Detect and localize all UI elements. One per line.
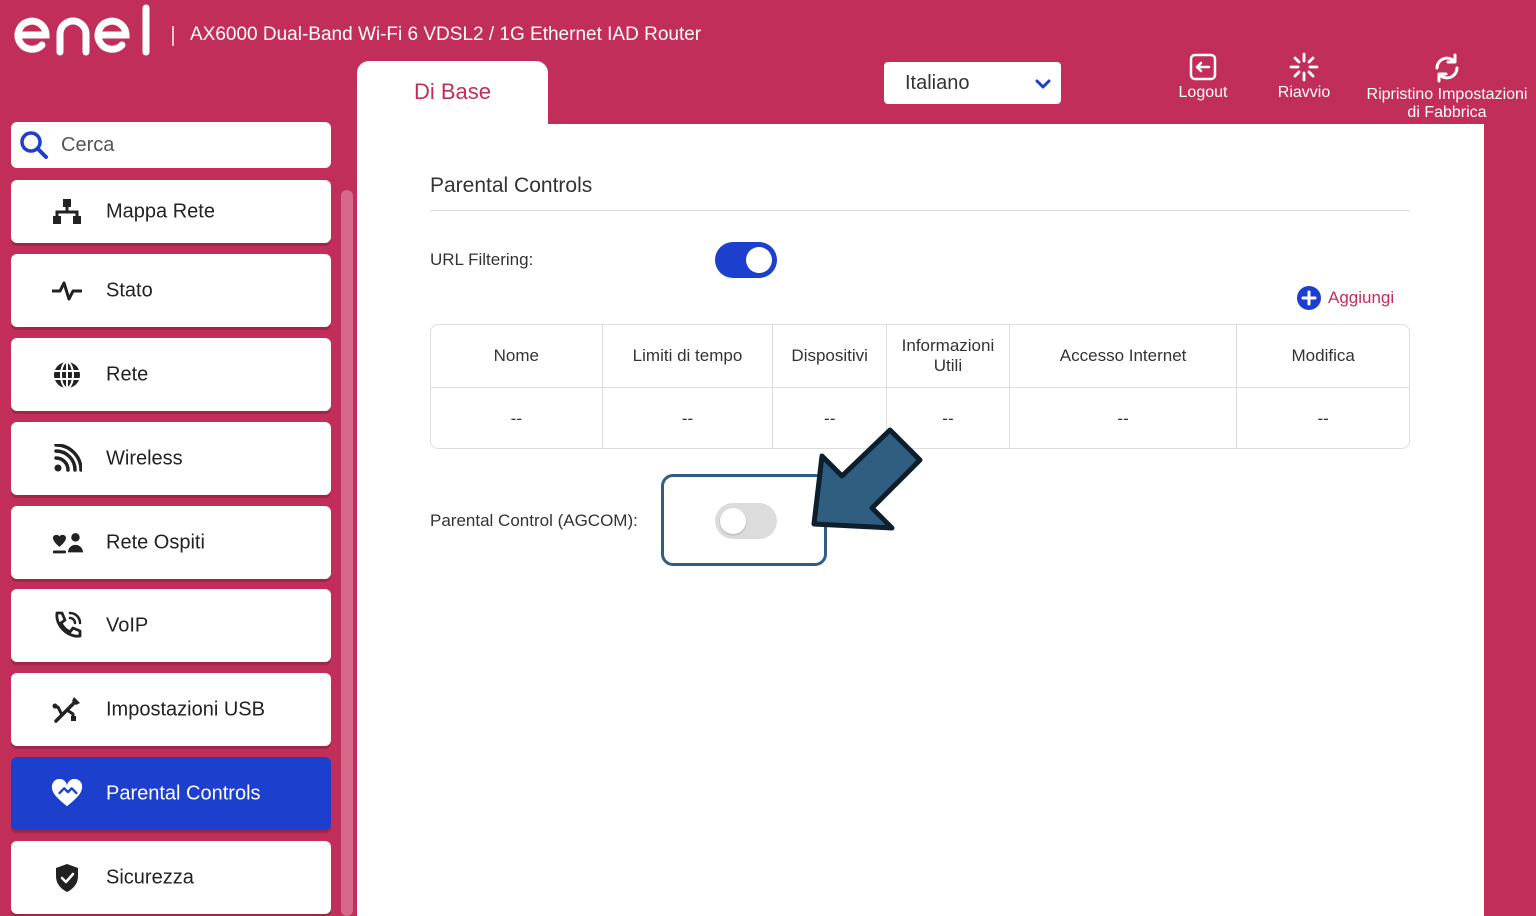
- toggle-knob: [746, 247, 772, 273]
- shield-icon: [51, 862, 83, 894]
- sidebar-item-voip[interactable]: VoIP: [11, 589, 331, 662]
- pointer-arrow-icon: [811, 427, 923, 531]
- search-icon: [20, 131, 48, 159]
- sidebar-item-label: Rete Ospiti: [106, 531, 205, 553]
- table-cell: --: [603, 388, 774, 448]
- sidebar-scrollbar[interactable]: [341, 190, 353, 916]
- table-cell: --: [431, 388, 603, 448]
- sidebar-item-label: Mappa Rete: [106, 200, 215, 222]
- factory-reset-label-line1: Ripristino Impostazioni: [1366, 86, 1528, 103]
- add-label: Aggiungi: [1328, 288, 1395, 307]
- add-button[interactable]: Aggiungi: [1297, 286, 1394, 310]
- reboot-label: Riavvio: [1277, 84, 1331, 101]
- logo-separator: [172, 26, 174, 46]
- factory-reset-label-line2: di Fabbrica: [1407, 104, 1487, 121]
- logout-label: Logout: [1178, 84, 1228, 101]
- agcom-toggle[interactable]: [715, 503, 777, 539]
- column-header-informazioni: Informazioni Utili: [887, 325, 1010, 387]
- sidebar-item-rete-ospiti[interactable]: Rete Ospiti: [11, 506, 331, 579]
- logout-icon: [1189, 53, 1217, 81]
- refresh-icon: [1435, 53, 1459, 83]
- sidebar-item-label: Rete: [106, 363, 149, 385]
- search-placeholder: Cerca: [61, 134, 115, 156]
- sidebar-item-impostazioni-usb[interactable]: Impostazioni USB: [11, 673, 331, 746]
- table-cell: --: [1317, 408, 1329, 428]
- plus-circle-icon: [1297, 286, 1321, 310]
- network-map-icon: [51, 196, 83, 228]
- search-input[interactable]: Cerca: [11, 122, 331, 168]
- agcom-label: Parental Control (AGCOM):: [430, 511, 638, 530]
- sidebar-item-parental-controls[interactable]: Parental Controls: [11, 757, 331, 830]
- column-header-dispositivi: Dispositivi: [773, 325, 888, 387]
- sidebar-item-stato[interactable]: Stato: [11, 254, 331, 327]
- pulse-icon: [51, 275, 83, 307]
- url-filtering-label: URL Filtering:: [430, 250, 534, 269]
- logout-button[interactable]: Logout: [1170, 52, 1236, 102]
- table-header-row: Nome Limiti di tempo Dispositivi Informa…: [431, 325, 1409, 387]
- usb-icon: [51, 694, 83, 726]
- sidebar-item-label: Stato: [106, 279, 153, 301]
- url-filtering-toggle[interactable]: [715, 242, 777, 278]
- table-cell: --: [1010, 388, 1238, 448]
- sidebar-item-mappa-rete[interactable]: Mappa Rete: [11, 180, 331, 243]
- phone-icon: [51, 610, 83, 642]
- wireless-icon: [51, 443, 83, 475]
- reboot-button[interactable]: Riavvio: [1268, 52, 1340, 102]
- reboot-spinner-icon: [1289, 52, 1319, 82]
- tab-di-base[interactable]: Di Base: [357, 61, 548, 125]
- guests-icon: [51, 527, 83, 559]
- column-header-accesso: Accesso Internet: [1010, 325, 1238, 387]
- toggle-knob: [720, 508, 746, 534]
- sidebar-item-label: Sicurezza: [106, 866, 194, 888]
- sidebar-item-rete[interactable]: Rete: [11, 338, 331, 411]
- sidebar-item-sicurezza[interactable]: Sicurezza: [11, 841, 331, 914]
- section-divider: [430, 210, 1410, 211]
- language-value: Italiano: [905, 72, 970, 94]
- sidebar-item-label: Impostazioni USB: [106, 698, 265, 720]
- section-title: Parental Controls: [430, 174, 593, 197]
- globe-icon: [51, 359, 83, 391]
- enel-logo: [14, 4, 150, 56]
- sidebar-item-label: VoIP: [106, 614, 149, 636]
- column-header-limiti: Limiti di tempo: [603, 325, 774, 387]
- column-header-modifica: Modifica: [1291, 346, 1355, 365]
- sidebar-item-label: Parental Controls: [106, 782, 261, 804]
- column-header-nome: Nome: [431, 325, 603, 387]
- sidebar-item-label: Wireless: [106, 447, 183, 469]
- heart-icon: [51, 778, 83, 810]
- chevron-down-icon: [1035, 79, 1051, 89]
- main-panel: Parental Controls URL Filtering: Aggiung…: [357, 124, 1484, 916]
- sidebar-item-wireless[interactable]: Wireless: [11, 422, 331, 495]
- router-title: AX6000 Dual-Band Wi-Fi 6 VDSL2 / 1G Ethe…: [190, 24, 702, 45]
- factory-reset-button[interactable]: Ripristino Impostazioni di Fabbrica: [1358, 52, 1536, 122]
- language-select[interactable]: Italiano: [884, 62, 1061, 104]
